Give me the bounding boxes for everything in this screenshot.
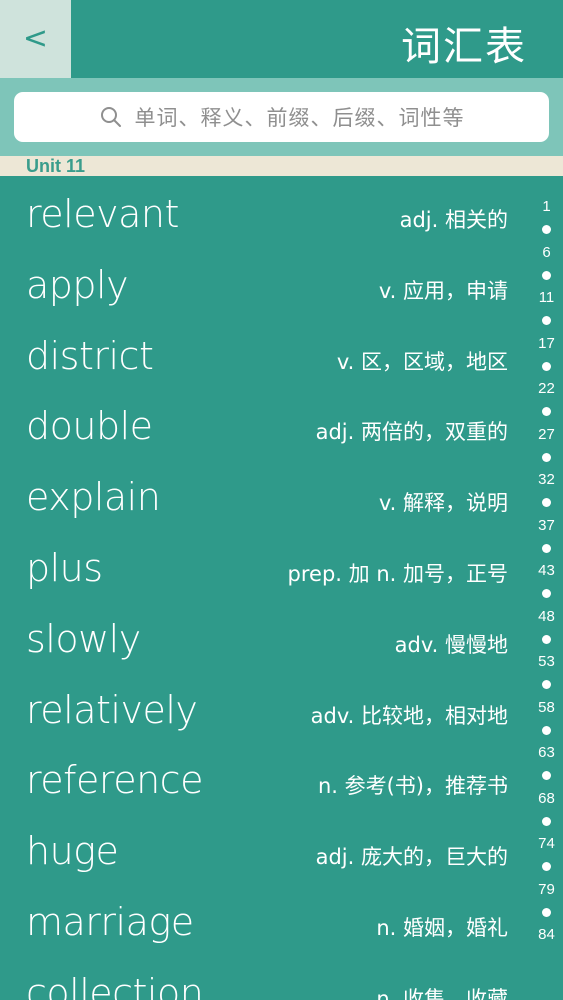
section-index-bar[interactable]: 1 6 11 17 22 27 32 37 43 48 53 58 63 68 74 79 84 [530,198,563,958]
index-dot[interactable] [542,361,551,371]
list-item[interactable]: explain v. 解释，说明 [0,461,530,532]
index-dot[interactable] [542,589,551,598]
index-number[interactable]: 17 [530,335,563,352]
word-list: relevant adj. 相关的 apply v. 应用，申请 distric… [0,178,530,1000]
word-meaning: adj. 庞大的，巨大的 [315,845,508,870]
list-item[interactable]: relatively adv. 比较地，相对地 [0,674,530,745]
index-dot[interactable] [542,862,551,871]
index-number[interactable]: 1 [530,198,563,215]
search-band: 单词、释义、前缀、后缀、词性等 [0,78,563,156]
list-item[interactable]: reference n. 参考(书)，推荐书 [0,744,530,815]
word-meaning: n. 参考(书)，推荐书 [317,774,508,799]
list-item[interactable]: huge adj. 庞大的，巨大的 [0,815,530,886]
index-number[interactable]: 74 [530,835,563,852]
index-number[interactable]: 22 [530,380,563,397]
index-dot[interactable] [542,452,551,462]
index-number[interactable]: 6 [530,244,563,261]
index-dot[interactable] [542,270,551,280]
list-item[interactable]: district v. 区，区域，地区 [0,320,530,391]
word-meaning: adj. 两倍的，双重的 [315,420,508,445]
word-meaning: prep. 加 n. 加号，正号 [287,561,508,586]
list-item[interactable]: slowly adv. 慢慢地 [0,603,530,674]
list-item[interactable]: plus prep. 加 n. 加号，正号 [0,532,530,603]
word-text: relevant [26,192,179,236]
word-text: relatively [26,687,198,732]
word-meaning: adv. 慢慢地 [394,632,508,657]
index-dot[interactable] [542,407,551,416]
word-text: marriage [26,899,194,944]
index-number[interactable]: 43 [530,562,563,579]
word-meaning: adv. 比较地，相对地 [310,703,508,728]
word-text: reference [26,758,203,803]
index-number[interactable]: 58 [530,699,563,716]
index-dot[interactable] [542,498,551,507]
index-dot[interactable] [542,543,551,553]
list-item[interactable]: double adj. 两倍的，双重的 [0,390,530,461]
word-meaning: v. 解释，说明 [378,491,508,516]
index-number[interactable]: 63 [530,744,563,761]
list-item[interactable]: relevant adj. 相关的 [0,178,530,249]
word-text: plus [26,545,103,590]
index-number[interactable]: 27 [530,426,563,443]
list-item[interactable]: apply v. 应用，申请 [0,249,530,320]
index-dot[interactable] [542,225,551,234]
list-item[interactable]: marriage n. 婚姻，婚礼 [0,886,530,957]
index-number[interactable]: 32 [530,471,563,488]
search-input[interactable]: 单词、释义、前缀、后缀、词性等 [14,92,549,142]
word-meaning: v. 应用，申请 [378,278,508,303]
page-title: 词汇表 [401,24,527,70]
index-number[interactable]: 79 [530,881,563,898]
index-dot[interactable] [542,907,551,917]
word-text: double [26,404,153,449]
word-text: collection [26,970,204,1000]
word-meaning: v. 区，区域，地区 [336,349,508,374]
word-text: explain [26,475,161,520]
word-text: district [26,333,154,378]
index-dot[interactable] [542,680,551,689]
index-dot[interactable] [542,725,551,735]
search-icon [100,107,121,127]
index-number[interactable]: 84 [530,926,563,943]
index-number[interactable]: 48 [530,608,563,625]
index-number[interactable]: 37 [530,517,563,534]
word-meaning: n. 收集，收藏 [376,986,508,1000]
list-item[interactable]: collection n. 收集，收藏 [0,957,530,1000]
index-dot[interactable] [542,771,551,780]
index-dot[interactable] [542,634,551,644]
word-text: huge [26,829,119,874]
index-number[interactable]: 68 [530,790,563,807]
word-meaning: n. 婚姻，婚礼 [376,915,508,940]
word-meaning: adj. 相关的 [399,208,508,232]
back-button[interactable]: < [0,0,71,78]
section-label: Unit 11 [26,156,86,176]
index-number[interactable]: 53 [530,653,563,670]
nav-bar: < 词汇表 [0,0,563,78]
index-number[interactable]: 11 [530,289,563,306]
word-text: apply [26,262,129,307]
index-dot[interactable] [542,816,551,826]
section-header: Unit 11 [0,156,563,176]
word-text: slowly [26,616,141,661]
search-placeholder: 单词、释义、前缀、后缀、词性等 [134,106,465,130]
index-dot[interactable] [542,316,551,325]
